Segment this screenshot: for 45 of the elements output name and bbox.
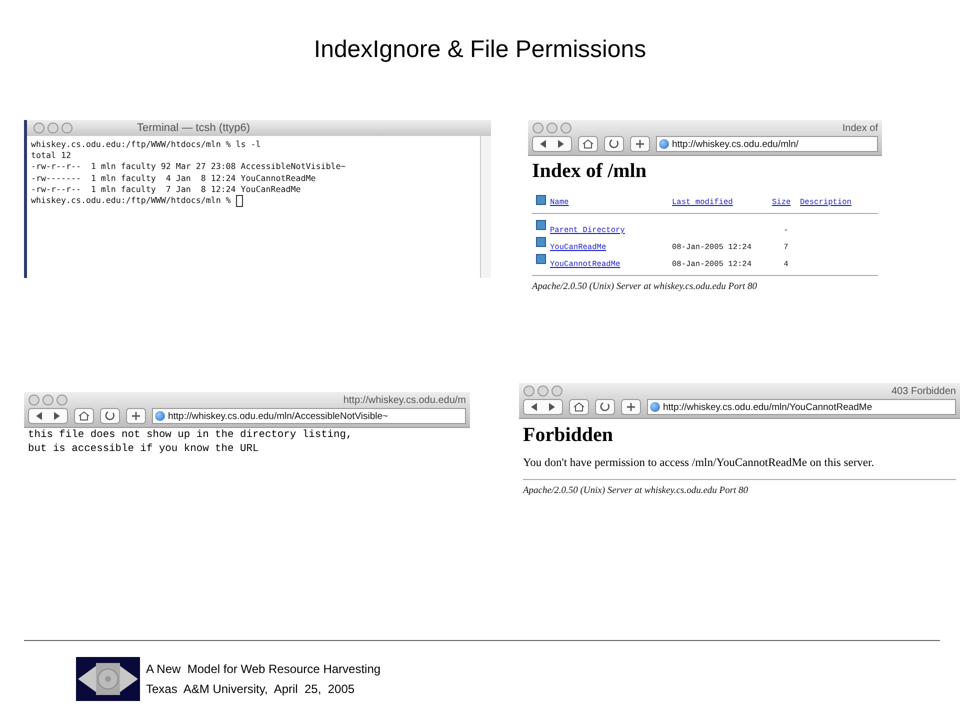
home-icon[interactable] — [569, 399, 589, 415]
error-message: You don't have permission to access /mln/YouCannotReadMe on this server. — [523, 457, 876, 469]
reload-icon[interactable] — [595, 399, 615, 415]
window-title: http://whiskey.cs.odu.edu/m — [343, 394, 466, 406]
server-signature: Apache/2.0.50 (Unix) Server at whiskey.cs.odu.edu Port 80 — [532, 282, 758, 292]
back-forward-icon[interactable] — [523, 399, 563, 415]
window-title: Index of — [842, 122, 878, 134]
server-signature: Apache/2.0.50 (Unix) Server at whiskey.cs.odu.edu Port 80 — [523, 486, 750, 496]
terminal-line: -rw------- 1 mln faculty 4 Jan 8 12:24 YouCannotReadMe — [31, 172, 316, 184]
slide-title: IndexIgnore & File Permissions — [312, 35, 648, 64]
window-title: Terminal — tcsh (ttyp6) — [137, 122, 250, 134]
plus-icon[interactable] — [621, 399, 641, 415]
window-title: 403 Forbidden — [892, 386, 956, 396]
address-field[interactable]: http://whiskey.cs.odu.edu/mln/AccessibleNotVisible~ — [152, 408, 466, 424]
terminal-line: whiskey.cs.odu.edu:/ftp/WWW/htdocs/mln % ls -l — [31, 139, 261, 150]
terminal-line: total 12 — [31, 150, 71, 162]
address-field[interactable]: http://whiskey.cs.odu.edu/mln/YouCannotReadMe — [647, 399, 956, 415]
back-forward-icon[interactable] — [28, 408, 68, 424]
back-forward-icon[interactable] — [532, 136, 572, 152]
url-text: http://whiskey.cs.odu.edu/mln/ — [672, 138, 799, 150]
reload-icon[interactable] — [604, 136, 624, 152]
globe-icon — [155, 411, 165, 421]
plus-icon[interactable] — [630, 136, 650, 152]
globe-icon — [659, 139, 669, 149]
page-heading: Forbidden — [523, 424, 614, 447]
url-text: http://whiskey.cs.odu.edu/mln/YouCannotReadMe — [663, 402, 872, 412]
home-icon[interactable] — [578, 136, 598, 152]
globe-icon — [650, 402, 660, 412]
terminal-line: -rw-r--r-- 1 mln faculty 7 Jan 8 12:24 YouCanReadMe — [31, 184, 301, 196]
text-line: this file does not show up in the directory listing, — [28, 429, 354, 442]
plus-icon[interactable] — [126, 408, 146, 424]
logo-icon — [76, 657, 140, 701]
terminal-line: whiskey.cs.odu.edu:/ftp/WWW/htdocs/mln % — [31, 195, 232, 207]
home-icon[interactable] — [74, 408, 94, 424]
reload-icon[interactable] — [100, 408, 120, 424]
url-text: http://whiskey.cs.odu.edu/mln/AccessibleNotVisible~ — [168, 410, 388, 422]
page-heading: Index of /mln — [532, 160, 648, 183]
footer-text: Texas A&M University, April 25, 2005 — [146, 681, 356, 698]
file-icon — [536, 195, 546, 205]
text-cursor — [236, 195, 243, 208]
text-line: but is accessible if you know the URL — [28, 442, 260, 456]
terminal-line: -rw-r--r-- 1 mln faculty 92 Mar 27 23:08 AccessibleNotVisible~ — [31, 161, 346, 173]
footer-text: A New Model for Web Resource Harvesting — [146, 661, 381, 678]
address-field[interactable]: http://whiskey.cs.odu.edu/mln/ — [656, 136, 878, 152]
scrollbar[interactable] — [480, 136, 491, 278]
